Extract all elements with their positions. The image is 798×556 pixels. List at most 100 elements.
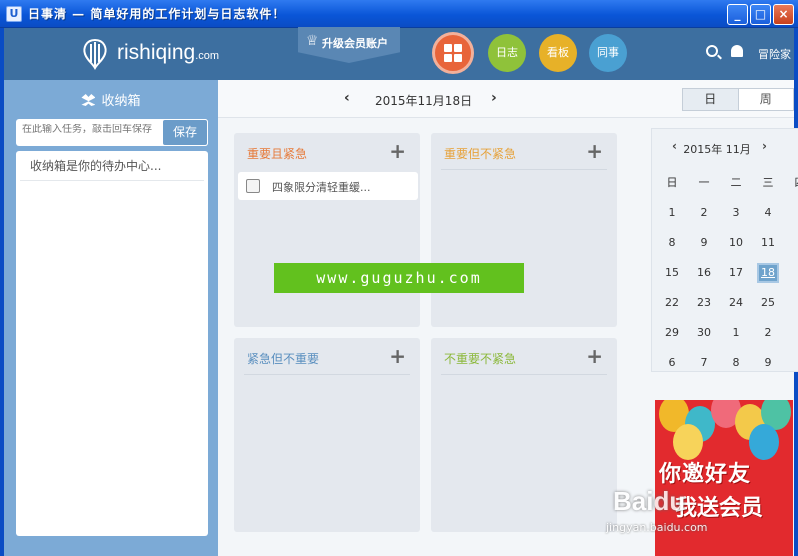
calendar-day[interactable]: 4 [752,203,784,223]
save-button[interactable]: 保存 [162,119,208,146]
mini-calendar: ‹ 2015年 11月 › 日 一 二 三 四 1 2 3 4 8 9 10 1… [651,128,798,372]
calendar-day[interactable]: 22 [656,293,688,313]
weekday-label: 四 [784,173,798,193]
view-toggle: 日 周 [682,88,794,111]
calendar-day[interactable]: 10 [720,233,752,253]
nav-log-button[interactable]: 日志 [488,34,526,72]
logo-text[interactable]: rishiqing.com [117,41,219,65]
quadrant-title: 不重要不紧急 [444,352,517,366]
add-task-button[interactable]: + [586,139,603,163]
weekday-label: 二 [730,176,742,189]
date-bar: ‹ 2015年11月18日 › 日 周 [218,80,794,118]
task-card[interactable]: 四象限分清轻重缓... [238,172,418,200]
calendar-day[interactable]: 9 [688,233,720,253]
promo-line-2: 我送会员 [675,496,764,521]
calendar-grid: 日 一 二 三 四 1 2 3 4 8 9 10 11 15 16 17 18 … [656,173,798,373]
list-item[interactable]: 收纳箱是你的待办中心... [20,151,204,181]
calendar-day[interactable]: 17 [720,263,752,283]
add-task-button[interactable]: + [389,344,406,368]
upgrade-label: 升级会员账户 [322,37,388,50]
calendar-day[interactable]: 15 [656,263,688,283]
calendar-day[interactable]: 11 [752,233,784,253]
task-checkbox[interactable] [246,179,260,193]
app-header: rishiqing.com ♕ 升级会员账户 日志 看板 同事 冒险家 [4,27,794,80]
calendar-day-spacer [784,233,798,253]
dropbox-icon [81,94,96,106]
week-view-tab[interactable]: 周 [738,89,793,110]
calendar-day[interactable]: 6 [656,353,688,373]
window-title: 日事清 — 简单好用的工作计划与日志软件！ [28,7,286,21]
calendar-day-spacer [784,263,798,283]
upgrade-account-button[interactable]: ♕ 升级会员账户 [298,27,400,63]
balloon-icon [749,424,779,460]
task-title: 四象限分清轻重缓... [272,181,371,194]
quadrant-important-not-urgent: 重要但不紧急 + [431,133,617,327]
minimize-button[interactable]: _ [727,4,748,25]
quadrant-urgent-not-important: 紧急但不重要 + [234,338,420,532]
logo-icon [83,38,107,70]
calendar-day[interactable]: 1 [720,323,752,343]
calendar-day[interactable]: 1 [656,203,688,223]
baidu-watermark: Baidu [613,486,686,516]
calendar-day[interactable]: 2 [688,203,720,223]
medal-icon: ♕ [306,33,319,49]
quadrant-not-important-not-urgent: 不重要不紧急 + [431,338,617,532]
calendar-day[interactable]: 8 [656,233,688,253]
close-button[interactable]: × [773,4,794,25]
divider [441,169,607,170]
nav-home-button[interactable] [432,32,474,74]
quadrant-title: 紧急但不重要 [247,352,320,366]
calendar-day-selected[interactable]: 18 [757,263,779,283]
calendar-day[interactable]: 8 [720,353,752,373]
quadrant-title: 重要且紧急 [247,147,308,161]
next-day-button[interactable]: › [491,90,497,106]
baidu-watermark-url: jingyan.baidu.com [606,521,708,534]
current-date: 2015年11月18日 [375,94,473,108]
nav-colleague-button[interactable]: 同事 [589,34,627,72]
nav-board-button[interactable]: 看板 [539,34,577,72]
calendar-day[interactable]: 25 [752,293,784,313]
calendar-day[interactable]: 2 [752,323,784,343]
main-panel: ‹ 2015年11月18日 › 日 周 重要且紧急 + 四象限分清轻重缓... … [218,80,798,556]
search-icon[interactable] [706,45,718,57]
calendar-day[interactable]: 24 [720,293,752,313]
calendar-day-spacer [784,353,798,373]
calendar-next-button[interactable]: › [762,139,767,153]
app-icon: U [6,5,22,22]
grid-icon [444,44,462,62]
quadrant-important-urgent: 重要且紧急 + 四象限分清轻重缓... [234,133,420,327]
divider [244,374,410,375]
calendar-day[interactable]: 9 [752,353,784,373]
calendar-day[interactable]: 30 [688,323,720,343]
logo-name: rishiqing [117,41,196,64]
weekday-label: 日 [666,176,678,189]
calendar-day-spacer [784,293,798,313]
divider [441,374,607,375]
calendar-day-spacer [784,203,798,223]
calendar-day[interactable]: 29 [656,323,688,343]
inbox-title-label: 收纳箱 [101,94,141,109]
calendar-day[interactable]: 7 [688,353,720,373]
prev-day-button[interactable]: ‹ [344,90,350,106]
maximize-button[interactable]: □ [750,4,771,25]
task-input[interactable] [22,124,162,135]
inbox-list: 收纳箱是你的待办中心... [16,151,208,536]
task-input-box: 保存 [16,119,208,146]
add-task-button[interactable]: + [389,139,406,163]
logo-suffix: .com [195,50,220,62]
inbox-title: 收纳箱 [4,90,218,109]
bell-icon[interactable] [731,45,743,57]
calendar-day[interactable]: 3 [720,203,752,223]
day-view-tab[interactable]: 日 [683,89,739,110]
calendar-day[interactable]: 16 [688,263,720,283]
weekday-label: 一 [698,176,710,189]
watermark-banner: www.guguzhu.com [274,263,524,293]
add-task-button[interactable]: + [586,344,603,368]
inbox-sidebar: 收纳箱 保存 收纳箱是你的待办中心... [4,80,218,556]
window-titlebar: U 日事清 — 简单好用的工作计划与日志软件！ _ □ × [0,0,798,28]
user-name[interactable]: 冒险家 [758,46,791,62]
calendar-day[interactable]: 23 [688,293,720,313]
calendar-day-spacer [784,323,798,343]
promo-line-1: 你邀好友 [659,462,752,487]
balloon-icon [673,424,703,460]
